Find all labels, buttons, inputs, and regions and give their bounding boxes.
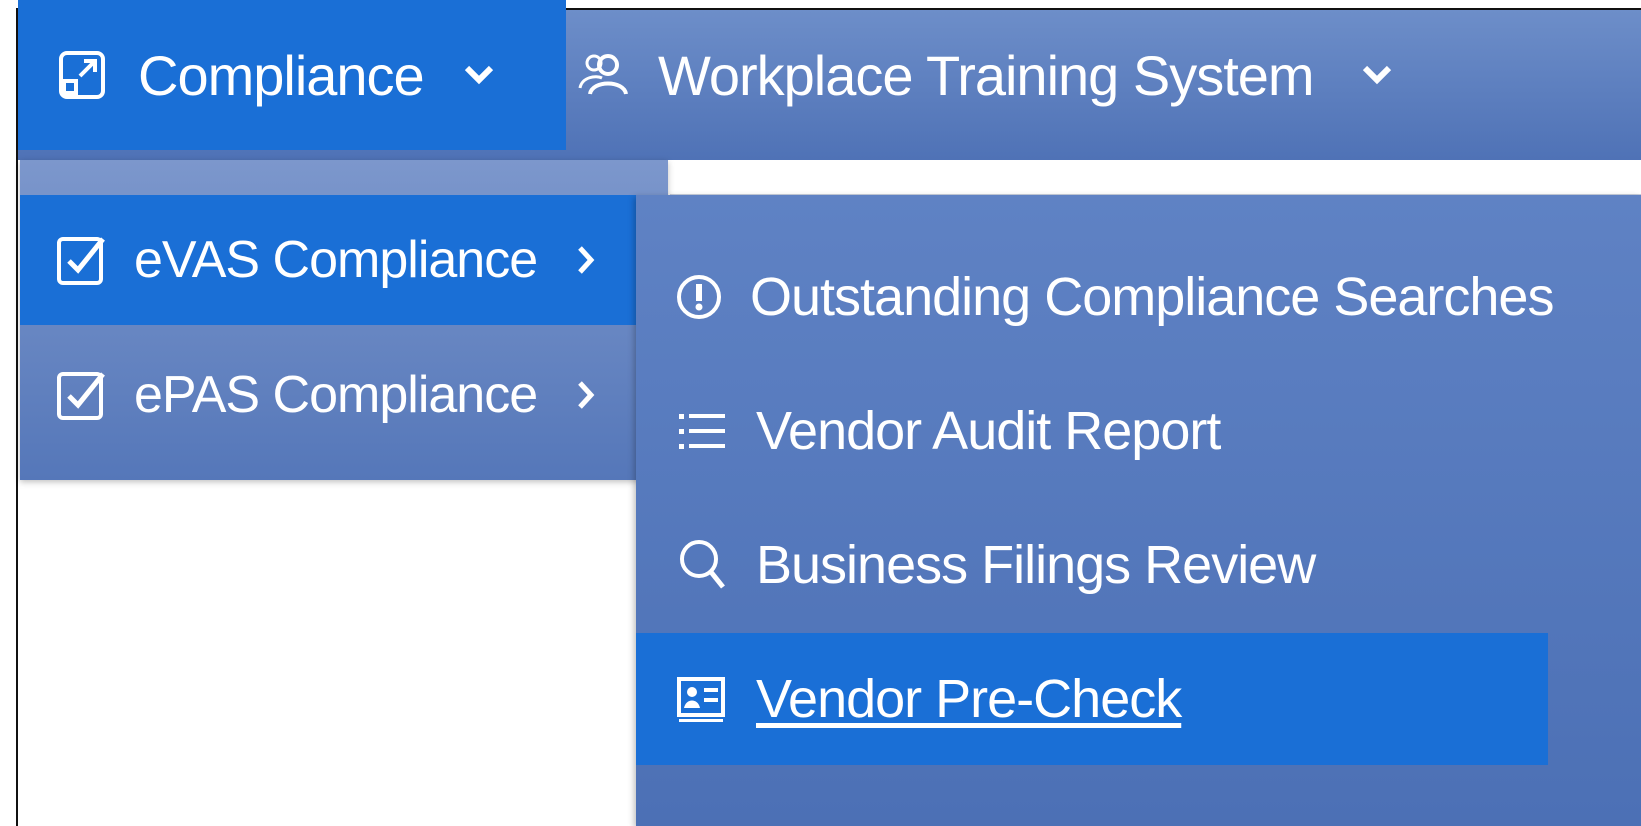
submenu-item-outstanding-compliance-searches[interactable]: Outstanding Compliance Searches (636, 231, 1554, 363)
nav-item-compliance[interactable]: Compliance (18, 0, 566, 150)
list-icon (674, 409, 730, 453)
menu-item-evas-compliance[interactable]: eVAS Compliance (20, 195, 636, 325)
chevron-right-icon (577, 380, 595, 410)
chevron-down-icon (1362, 65, 1392, 85)
checkbox-icon (56, 233, 108, 287)
id-card-icon (674, 674, 730, 724)
external-link-box-icon (58, 48, 108, 102)
nav-item-workplace-training[interactable]: Workplace Training System (566, 0, 1391, 150)
search-icon (674, 537, 730, 593)
alert-circle-icon (674, 272, 724, 322)
chevron-right-icon (577, 245, 595, 275)
submenu-item-label: Outstanding Compliance Searches (750, 267, 1554, 327)
submenu-item-label: Vendor Pre-Check (756, 669, 1182, 729)
compliance-dropdown-menu: eVAS Compliance ePAS Compliance (20, 160, 668, 480)
nav-item-label: Workplace Training System (658, 43, 1315, 107)
submenu-item-label: Vendor Audit Report (756, 401, 1221, 461)
submenu-item-label: Business Filings Review (756, 535, 1316, 595)
menu-item-label: eVAS Compliance (134, 231, 538, 289)
chevron-down-icon (464, 65, 494, 85)
checkbox-icon (56, 368, 108, 422)
users-icon (576, 50, 632, 100)
content-header-strip (670, 160, 1641, 196)
submenu-item-business-filings-review[interactable]: Business Filings Review (636, 499, 1548, 631)
menu-item-epas-compliance[interactable]: ePAS Compliance (20, 330, 636, 460)
submenu-item-vendor-audit-report[interactable]: Vendor Audit Report (636, 365, 1548, 497)
submenu-item-vendor-pre-check[interactable]: Vendor Pre-Check (636, 633, 1548, 765)
nav-item-label: Compliance (138, 43, 425, 107)
evas-compliance-submenu: Outstanding Compliance Searches Vendor A… (636, 195, 1641, 826)
menu-item-label: ePAS Compliance (134, 366, 538, 424)
